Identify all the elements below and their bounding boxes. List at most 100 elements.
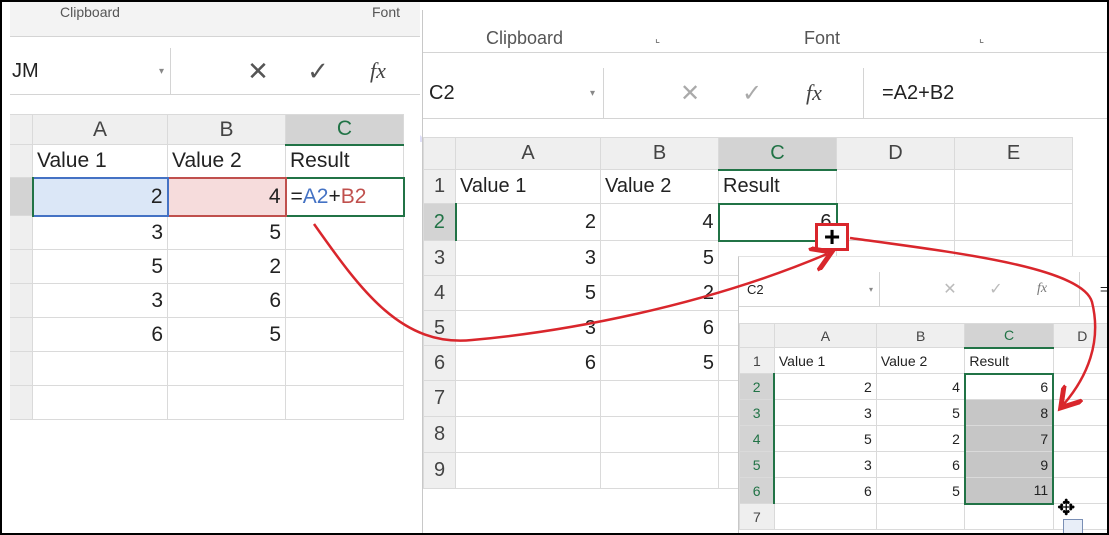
cell-a5[interactable]: 3 bbox=[455, 310, 601, 346]
cell-c1[interactable]: Result bbox=[285, 144, 404, 178]
enter-icon[interactable]: ✓ bbox=[721, 79, 783, 108]
row-header-3[interactable]: 3 bbox=[739, 399, 776, 426]
cell-b1[interactable]: Value 2 bbox=[875, 347, 966, 374]
row-header-2[interactable]: 2 bbox=[739, 373, 776, 400]
cell-c5[interactable] bbox=[285, 283, 404, 318]
cell-b4[interactable]: 2 bbox=[875, 425, 966, 452]
cell-c1[interactable]: Result bbox=[964, 347, 1054, 374]
cell-b3[interactable]: 5 bbox=[875, 399, 966, 426]
cell-b6[interactable]: 5 bbox=[600, 345, 719, 381]
col-header-c[interactable]: C bbox=[718, 137, 837, 171]
col-header-d[interactable]: D bbox=[1052, 323, 1107, 348]
fill-handle[interactable]: + bbox=[815, 223, 849, 251]
col-header-b[interactable]: B bbox=[875, 323, 966, 348]
cell-a5[interactable]: 3 bbox=[32, 283, 168, 318]
cell-c6[interactable]: 11 bbox=[963, 477, 1055, 505]
enter-icon[interactable]: ✓ bbox=[973, 279, 1019, 299]
row-header-1[interactable]: 1 bbox=[739, 347, 775, 374]
cell-c4[interactable] bbox=[285, 249, 404, 284]
select-all-corner[interactable] bbox=[10, 114, 33, 145]
fx-icon[interactable]: fx bbox=[1019, 281, 1065, 297]
cell-a2[interactable]: 2 bbox=[773, 373, 877, 400]
cell-b8[interactable] bbox=[167, 385, 286, 420]
name-box[interactable]: C2 ▾ bbox=[423, 68, 604, 118]
col-header-b[interactable]: B bbox=[600, 137, 719, 170]
cell-b1[interactable]: Value 2 bbox=[600, 169, 719, 204]
row-header-4[interactable]: 4 bbox=[423, 275, 456, 311]
dialog-launcher-icon[interactable]: ⌞ bbox=[979, 32, 984, 45]
cell-b5[interactable]: 6 bbox=[167, 283, 286, 318]
dialog-launcher-icon[interactable]: ⌞ bbox=[655, 32, 660, 45]
cell-a4[interactable]: 5 bbox=[32, 249, 168, 284]
cancel-icon[interactable]: ✕ bbox=[659, 79, 721, 108]
select-all-corner[interactable] bbox=[739, 323, 775, 348]
cell-a6[interactable]: 6 bbox=[773, 477, 877, 504]
cell-c4[interactable]: 7 bbox=[963, 425, 1055, 452]
cell-b2-ref[interactable]: 4 bbox=[166, 176, 287, 217]
cell-a5[interactable]: 3 bbox=[773, 451, 877, 478]
chevron-down-icon[interactable]: ▾ bbox=[869, 285, 873, 294]
cell-b6[interactable]: 5 bbox=[875, 477, 966, 504]
formula-input[interactable]: = bbox=[1079, 272, 1107, 306]
cancel-icon[interactable]: ✕ bbox=[927, 279, 973, 299]
row-header-4[interactable]: 4 bbox=[739, 425, 776, 452]
fx-icon[interactable]: fx bbox=[348, 58, 408, 84]
cell-c3[interactable] bbox=[285, 215, 404, 250]
row-header-7[interactable]: 7 bbox=[423, 380, 456, 417]
col-header-c[interactable]: C bbox=[285, 114, 404, 146]
row-header-3[interactable]: 3 bbox=[423, 240, 456, 276]
col-header-a[interactable]: A bbox=[455, 137, 601, 170]
row-header-2[interactable]: 2 bbox=[423, 203, 457, 241]
col-header-a[interactable]: A bbox=[32, 114, 168, 145]
cell-b7[interactable] bbox=[167, 351, 286, 386]
cancel-icon[interactable]: ✕ bbox=[228, 56, 288, 87]
col-header-b[interactable]: B bbox=[167, 114, 286, 145]
row-header-9[interactable]: 9 bbox=[423, 452, 456, 489]
col-header-c[interactable]: C bbox=[964, 323, 1054, 349]
cell-a8[interactable] bbox=[32, 385, 168, 420]
col-header-d[interactable]: D bbox=[836, 137, 955, 170]
col-header-e[interactable]: E bbox=[954, 137, 1073, 170]
cell-a6[interactable]: 6 bbox=[455, 345, 601, 381]
enter-icon[interactable]: ✓ bbox=[288, 56, 348, 87]
cell-b2[interactable]: 4 bbox=[600, 203, 719, 241]
cell-b1[interactable]: Value 2 bbox=[167, 144, 286, 178]
cell-a4[interactable]: 5 bbox=[455, 275, 601, 311]
cell-b2[interactable]: 4 bbox=[875, 373, 966, 400]
row-header-6[interactable]: 6 bbox=[423, 345, 456, 381]
select-all-corner[interactable] bbox=[423, 137, 456, 170]
cell-a6[interactable]: 6 bbox=[32, 317, 168, 352]
cell-b5[interactable]: 6 bbox=[600, 310, 719, 346]
cell-c5[interactable]: 9 bbox=[963, 451, 1055, 478]
row-header-6[interactable]: 6 bbox=[739, 477, 776, 504]
cell-c8[interactable] bbox=[285, 385, 404, 420]
fx-icon[interactable]: fx bbox=[783, 80, 845, 106]
cell-a4[interactable]: 5 bbox=[773, 425, 877, 452]
cell-b4[interactable]: 2 bbox=[167, 249, 286, 284]
row-header-1[interactable]: 1 bbox=[423, 169, 456, 204]
cell-b6[interactable]: 5 bbox=[167, 317, 286, 352]
cell-b4[interactable]: 2 bbox=[600, 275, 719, 311]
cell-a2-ref[interactable]: 2 bbox=[31, 176, 169, 217]
name-box[interactable]: C2 ▾ bbox=[739, 272, 880, 306]
cell-a1[interactable]: Value 1 bbox=[773, 347, 877, 374]
row-header-5[interactable]: 5 bbox=[423, 310, 456, 346]
cell-b3[interactable]: 5 bbox=[600, 240, 719, 276]
row-header-7[interactable]: 7 bbox=[739, 503, 775, 530]
row-header-8[interactable]: 8 bbox=[423, 416, 456, 453]
name-box[interactable]: JM ▾ bbox=[10, 48, 171, 94]
chevron-down-icon[interactable]: ▾ bbox=[590, 88, 595, 99]
cell-a7[interactable] bbox=[32, 351, 168, 386]
row-header-5[interactable]: 5 bbox=[739, 451, 776, 478]
cell-a2[interactable]: 2 bbox=[455, 203, 601, 241]
cell-c2[interactable]: 6 bbox=[963, 372, 1055, 400]
cell-c1[interactable]: Result bbox=[718, 169, 837, 204]
col-header-a[interactable]: A bbox=[773, 323, 877, 348]
cell-a3[interactable]: 3 bbox=[773, 399, 877, 426]
cell-c3[interactable]: 8 bbox=[963, 399, 1055, 426]
chevron-down-icon[interactable]: ▾ bbox=[159, 66, 164, 77]
cell-a1[interactable]: Value 1 bbox=[32, 144, 168, 178]
cell-b5[interactable]: 6 bbox=[875, 451, 966, 478]
cell-a1[interactable]: Value 1 bbox=[455, 169, 601, 204]
cell-c7[interactable] bbox=[285, 351, 404, 386]
